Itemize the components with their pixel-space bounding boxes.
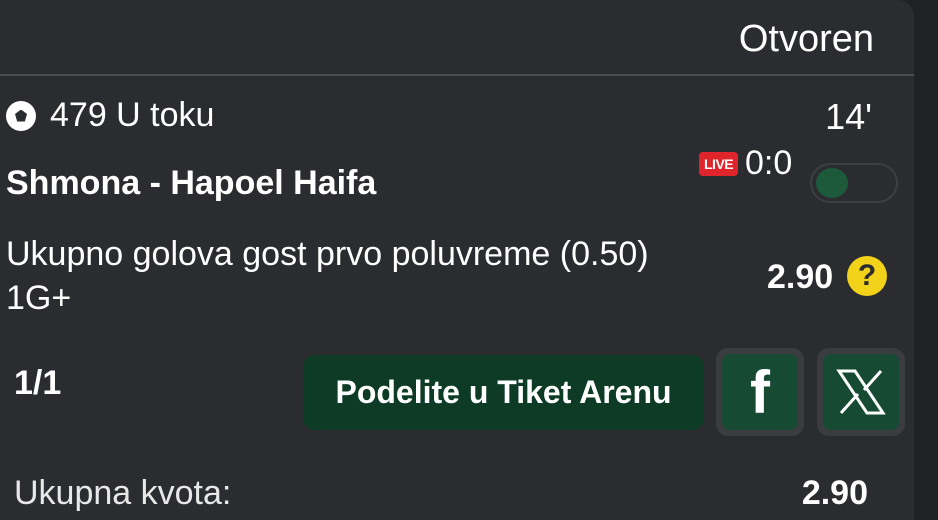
facebook-share-button[interactable]: f — [716, 348, 804, 436]
bet-market: Ukupno golova gost prvo poluvreme (0.50)… — [6, 232, 649, 320]
x-icon — [836, 369, 886, 415]
ticket-card: Otvoren 479 U toku 14' Shmona - Hapoel H… — [0, 0, 914, 520]
market-name: Ukupno golova gost prvo poluvreme (0.50) — [6, 235, 649, 273]
match-teams: Shmona - Hapoel Haifa — [6, 164, 377, 202]
facebook-icon: f — [750, 358, 770, 426]
match-score: 0:0 — [745, 144, 793, 182]
ticket-count: 1/1 — [14, 364, 62, 402]
market-selection: 1G+ — [6, 279, 72, 317]
match-minute: 14' — [825, 96, 872, 137]
question-icon[interactable]: ? — [847, 256, 887, 296]
facebook-button-inner: f — [722, 354, 798, 430]
x-share-button[interactable] — [817, 348, 905, 436]
ticket-status: Otvoren — [738, 18, 874, 60]
match-id-status: 479 U toku — [50, 96, 215, 134]
live-badge: LIVE — [699, 152, 739, 176]
match-line: 479 U toku — [6, 96, 214, 135]
total-odds-value: 2.90 — [801, 474, 868, 512]
toggle-knob — [816, 168, 848, 198]
x-button-inner — [823, 354, 899, 430]
share-tiket-arena-button[interactable]: Podelite u Tiket Arenu — [303, 355, 704, 430]
bet-odd: 2.90 — [767, 258, 834, 296]
soccer-ball-icon — [6, 100, 36, 131]
total-odds-label: Ukupna kvota: — [14, 474, 232, 512]
live-toggle[interactable] — [810, 163, 898, 203]
divider — [0, 74, 914, 76]
